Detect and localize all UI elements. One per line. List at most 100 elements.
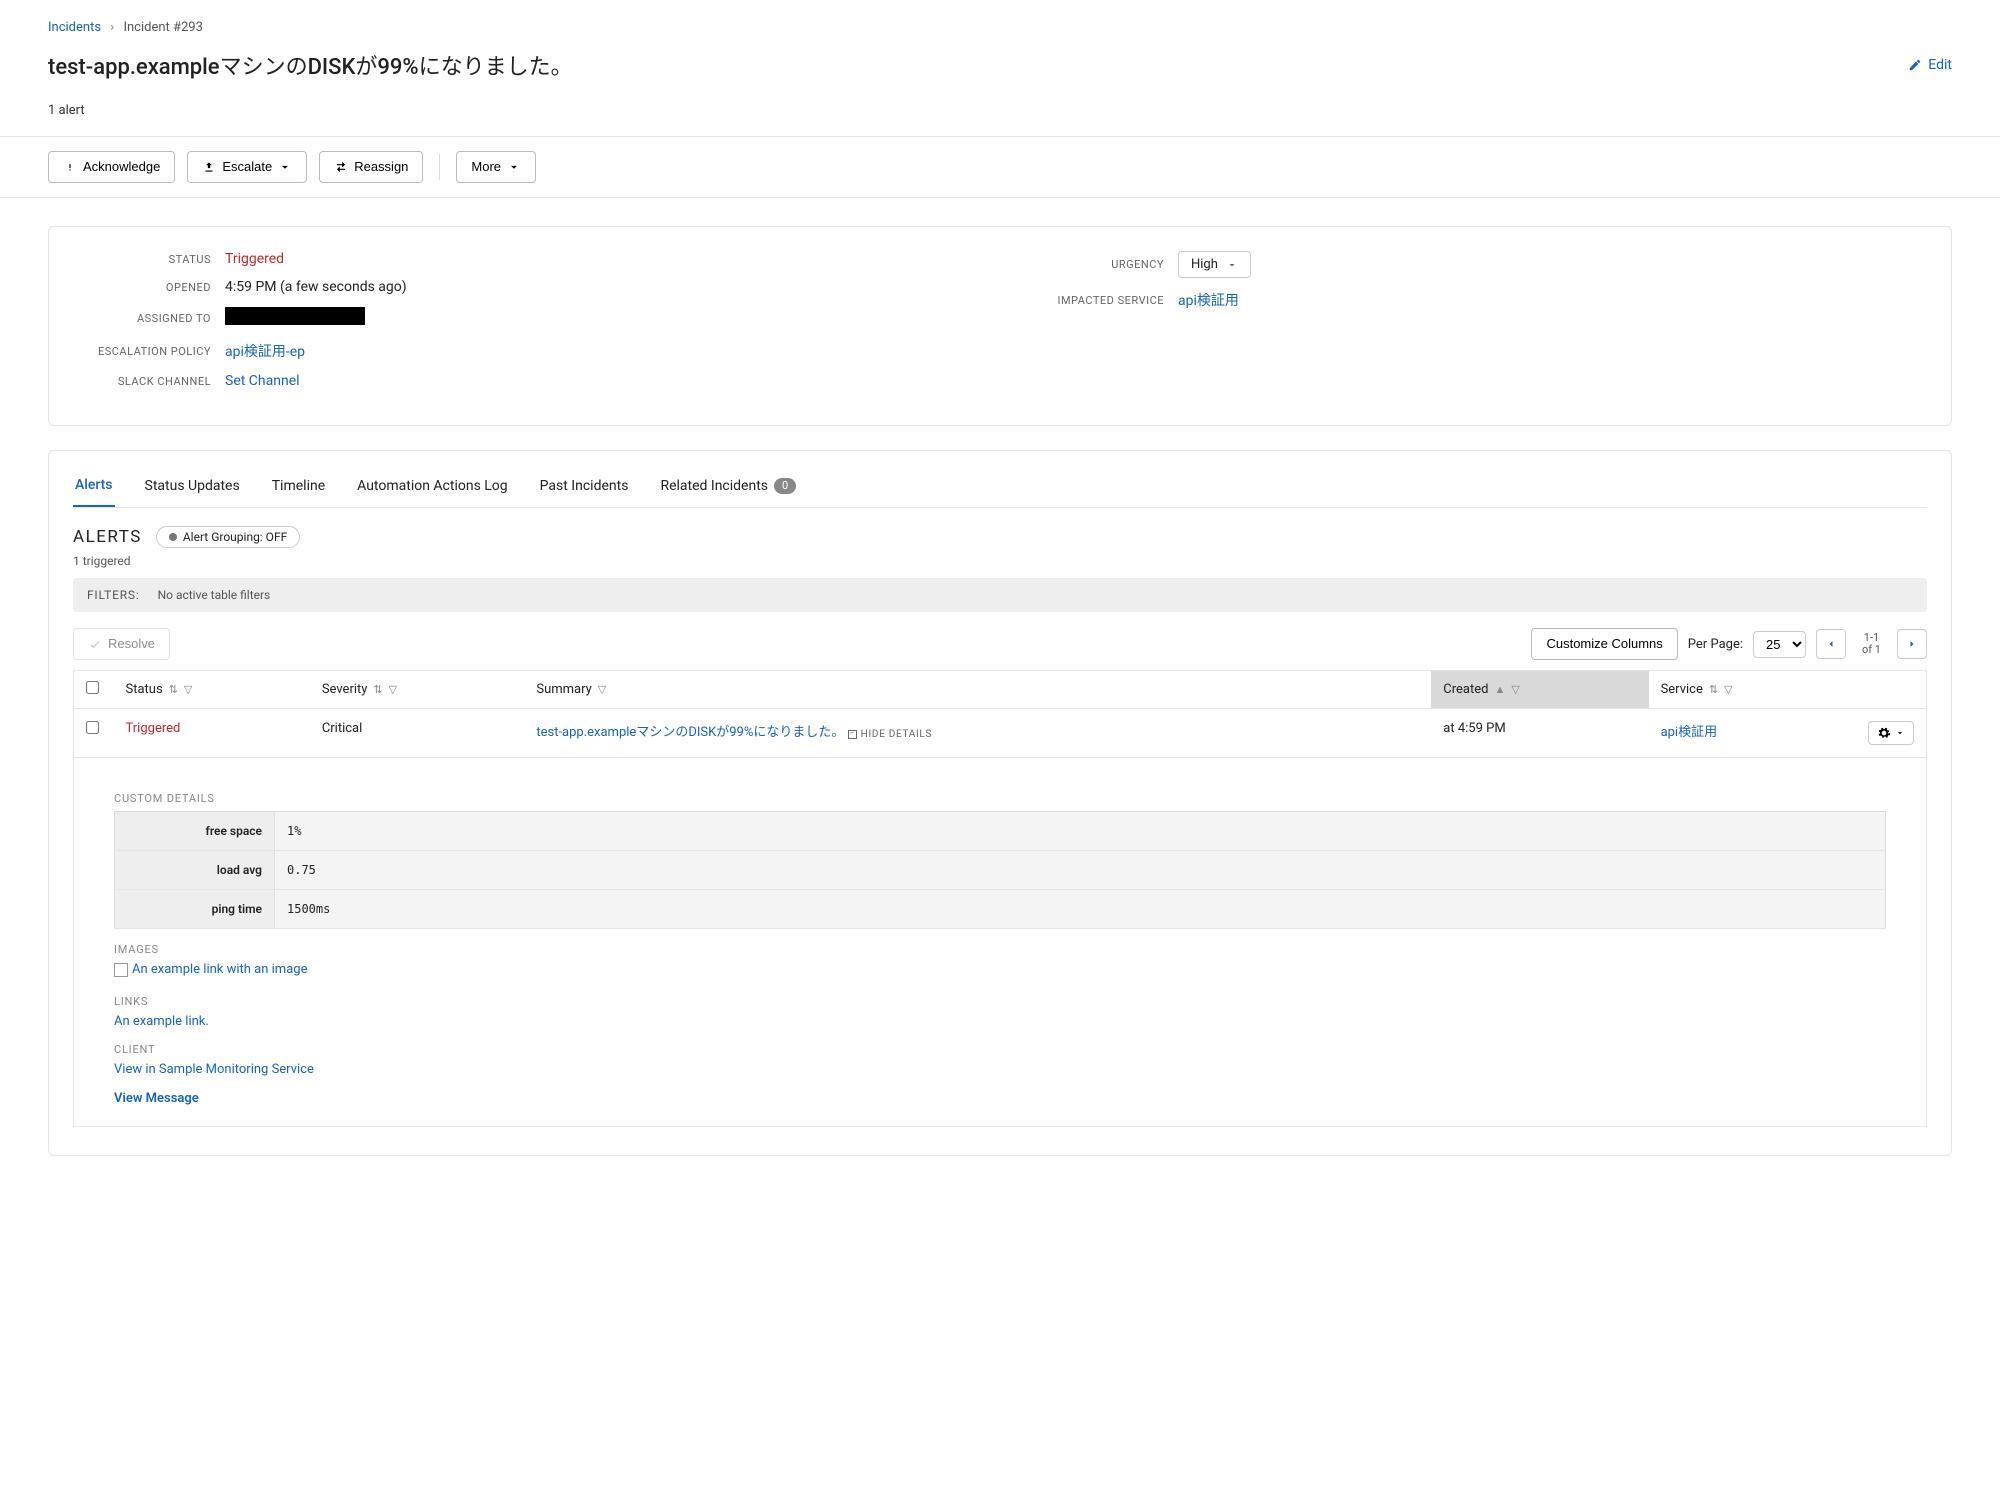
- alert-count: 1 alert: [48, 103, 1952, 118]
- escalate-button[interactable]: Escalate: [187, 151, 307, 183]
- escalate-icon: [202, 160, 216, 174]
- caret-down-icon: [278, 160, 292, 174]
- row-checkbox[interactable]: [86, 721, 99, 734]
- action-bar: Acknowledge Escalate Reassign More: [0, 137, 2000, 198]
- alerts-panel: Alerts Status Updates Timeline Automatio…: [48, 450, 1952, 1156]
- acknowledge-button[interactable]: Acknowledge: [48, 151, 175, 183]
- prev-page-button[interactable]: [1816, 629, 1846, 659]
- sort-asc-icon: ▲: [1495, 683, 1506, 696]
- more-button[interactable]: More: [456, 151, 536, 183]
- row-actions-button[interactable]: [1868, 721, 1914, 745]
- per-page-select[interactable]: 25: [1753, 631, 1806, 658]
- filter-icon: ▽: [389, 683, 397, 696]
- col-summary[interactable]: Summary▽: [524, 671, 1431, 709]
- urgency-select[interactable]: High: [1178, 251, 1251, 278]
- next-page-button[interactable]: [1897, 629, 1927, 659]
- sort-icon: ⇅: [1709, 683, 1718, 696]
- filter-icon: ▽: [598, 683, 606, 696]
- tab-alerts[interactable]: Alerts: [73, 469, 115, 507]
- sort-icon: ⇅: [373, 683, 382, 696]
- chevron-left-icon: [1825, 638, 1837, 650]
- reassign-button[interactable]: Reassign: [319, 151, 423, 183]
- broken-image-icon: [114, 963, 128, 977]
- row-summary-link[interactable]: test-app.exampleマシンのDISKが99%になりました。: [536, 725, 844, 740]
- minus-square-icon: −: [848, 730, 857, 739]
- divider: [439, 154, 440, 180]
- opened-value: 4:59 PM (a few seconds ago): [225, 279, 407, 295]
- row-created: at 4:59 PM: [1431, 709, 1648, 758]
- alert-grouping-pill[interactable]: Alert Grouping: OFF: [156, 526, 300, 548]
- dot-icon: [169, 533, 177, 541]
- kv-key: free space: [115, 812, 275, 851]
- set-channel-link[interactable]: Set Channel: [225, 373, 300, 389]
- chevron-right-icon: [1906, 638, 1918, 650]
- tab-timeline[interactable]: Timeline: [270, 469, 327, 507]
- tab-automation-log[interactable]: Automation Actions Log: [355, 469, 510, 507]
- table-details-row: CUSTOM DETAILS free space1%load avg0.75p…: [74, 758, 1927, 1127]
- alerts-table: Status⇅▽ Severity⇅▽ Summary▽ Created▲▽ S…: [73, 670, 1927, 1127]
- tabs: Alerts Status Updates Timeline Automatio…: [73, 469, 1927, 508]
- chevron-down-icon: [1226, 259, 1238, 271]
- filters-bar: FILTERS: No active table filters: [73, 578, 1927, 612]
- filter-icon: ▽: [1724, 683, 1732, 696]
- tab-related-incidents[interactable]: Related Incidents 0: [658, 469, 798, 507]
- links-label: LINKS: [114, 995, 1886, 1008]
- kv-row: free space1%: [115, 812, 1886, 851]
- caret-down-icon: [507, 160, 521, 174]
- select-all-checkbox[interactable]: [86, 681, 99, 694]
- assigned-to-value: [225, 307, 365, 325]
- kv-row: ping time1500ms: [115, 890, 1886, 929]
- triggered-count: 1 triggered: [73, 554, 1927, 568]
- filter-icon: ▽: [184, 683, 192, 696]
- custom-details-table: free space1%load avg0.75ping time1500ms: [114, 811, 1886, 929]
- images-label: IMAGES: [114, 943, 1886, 956]
- custom-details-label: CUSTOM DETAILS: [114, 792, 1886, 805]
- per-page-label: Per Page:: [1688, 637, 1743, 652]
- chevron-down-icon: [1895, 728, 1905, 738]
- row-status: Triggered: [126, 721, 181, 736]
- client-link[interactable]: View in Sample Monitoring Service: [114, 1062, 314, 1077]
- page-range: 1-1 of 1: [1856, 632, 1887, 656]
- check-icon: [88, 637, 102, 651]
- page-title: test-app.exampleマシンのDISKが99%になりました。: [48, 49, 573, 81]
- impacted-service-link[interactable]: api検証用: [1178, 293, 1239, 309]
- view-message-link[interactable]: View Message: [114, 1091, 199, 1106]
- col-service[interactable]: Service⇅▽: [1649, 671, 1856, 709]
- table-header-row: Status⇅▽ Severity⇅▽ Summary▽ Created▲▽ S…: [74, 671, 1927, 709]
- kv-row: load avg0.75: [115, 851, 1886, 890]
- exclamation-icon: [63, 160, 77, 174]
- kv-value: 1500ms: [275, 890, 1886, 929]
- filter-icon: ▽: [1511, 683, 1519, 696]
- row-severity: Critical: [310, 709, 525, 758]
- breadcrumb: Incidents › Incident #293: [48, 20, 1952, 35]
- hide-details-toggle[interactable]: − HIDE DETAILS: [848, 729, 932, 740]
- gear-icon: [1877, 726, 1891, 740]
- image-link[interactable]: An example link with an image: [114, 962, 307, 977]
- related-count-badge: 0: [774, 478, 796, 494]
- example-link[interactable]: An example link.: [114, 1014, 209, 1029]
- incident-meta-card: STATUSTriggered OPENED4:59 PM (a few sec…: [48, 226, 1952, 426]
- col-created[interactable]: Created▲▽: [1431, 671, 1648, 709]
- chevron-right-icon: ›: [104, 20, 120, 35]
- breadcrumb-root[interactable]: Incidents: [48, 20, 101, 35]
- sort-icon: ⇅: [169, 683, 178, 696]
- kv-value: 1%: [275, 812, 1886, 851]
- alerts-heading: ALERTS: [73, 527, 142, 547]
- col-status[interactable]: Status⇅▽: [114, 671, 310, 709]
- edit-button[interactable]: Edit: [1908, 57, 1952, 73]
- resolve-button: Resolve: [73, 628, 170, 660]
- kv-value: 0.75: [275, 851, 1886, 890]
- client-label: CLIENT: [114, 1043, 1886, 1056]
- customize-columns-button[interactable]: Customize Columns: [1531, 628, 1677, 660]
- col-severity[interactable]: Severity⇅▽: [310, 671, 525, 709]
- kv-key: load avg: [115, 851, 275, 890]
- breadcrumb-current: Incident #293: [123, 20, 203, 35]
- kv-key: ping time: [115, 890, 275, 929]
- row-service-link[interactable]: api検証用: [1661, 725, 1718, 740]
- tab-past-incidents[interactable]: Past Incidents: [538, 469, 631, 507]
- tab-status-updates[interactable]: Status Updates: [143, 469, 242, 507]
- pencil-icon: [1908, 58, 1922, 72]
- reassign-icon: [334, 160, 348, 174]
- escalation-policy-link[interactable]: api検証用-ep: [225, 344, 305, 360]
- table-row: Triggered Critical test-app.exampleマシンのD…: [74, 709, 1927, 758]
